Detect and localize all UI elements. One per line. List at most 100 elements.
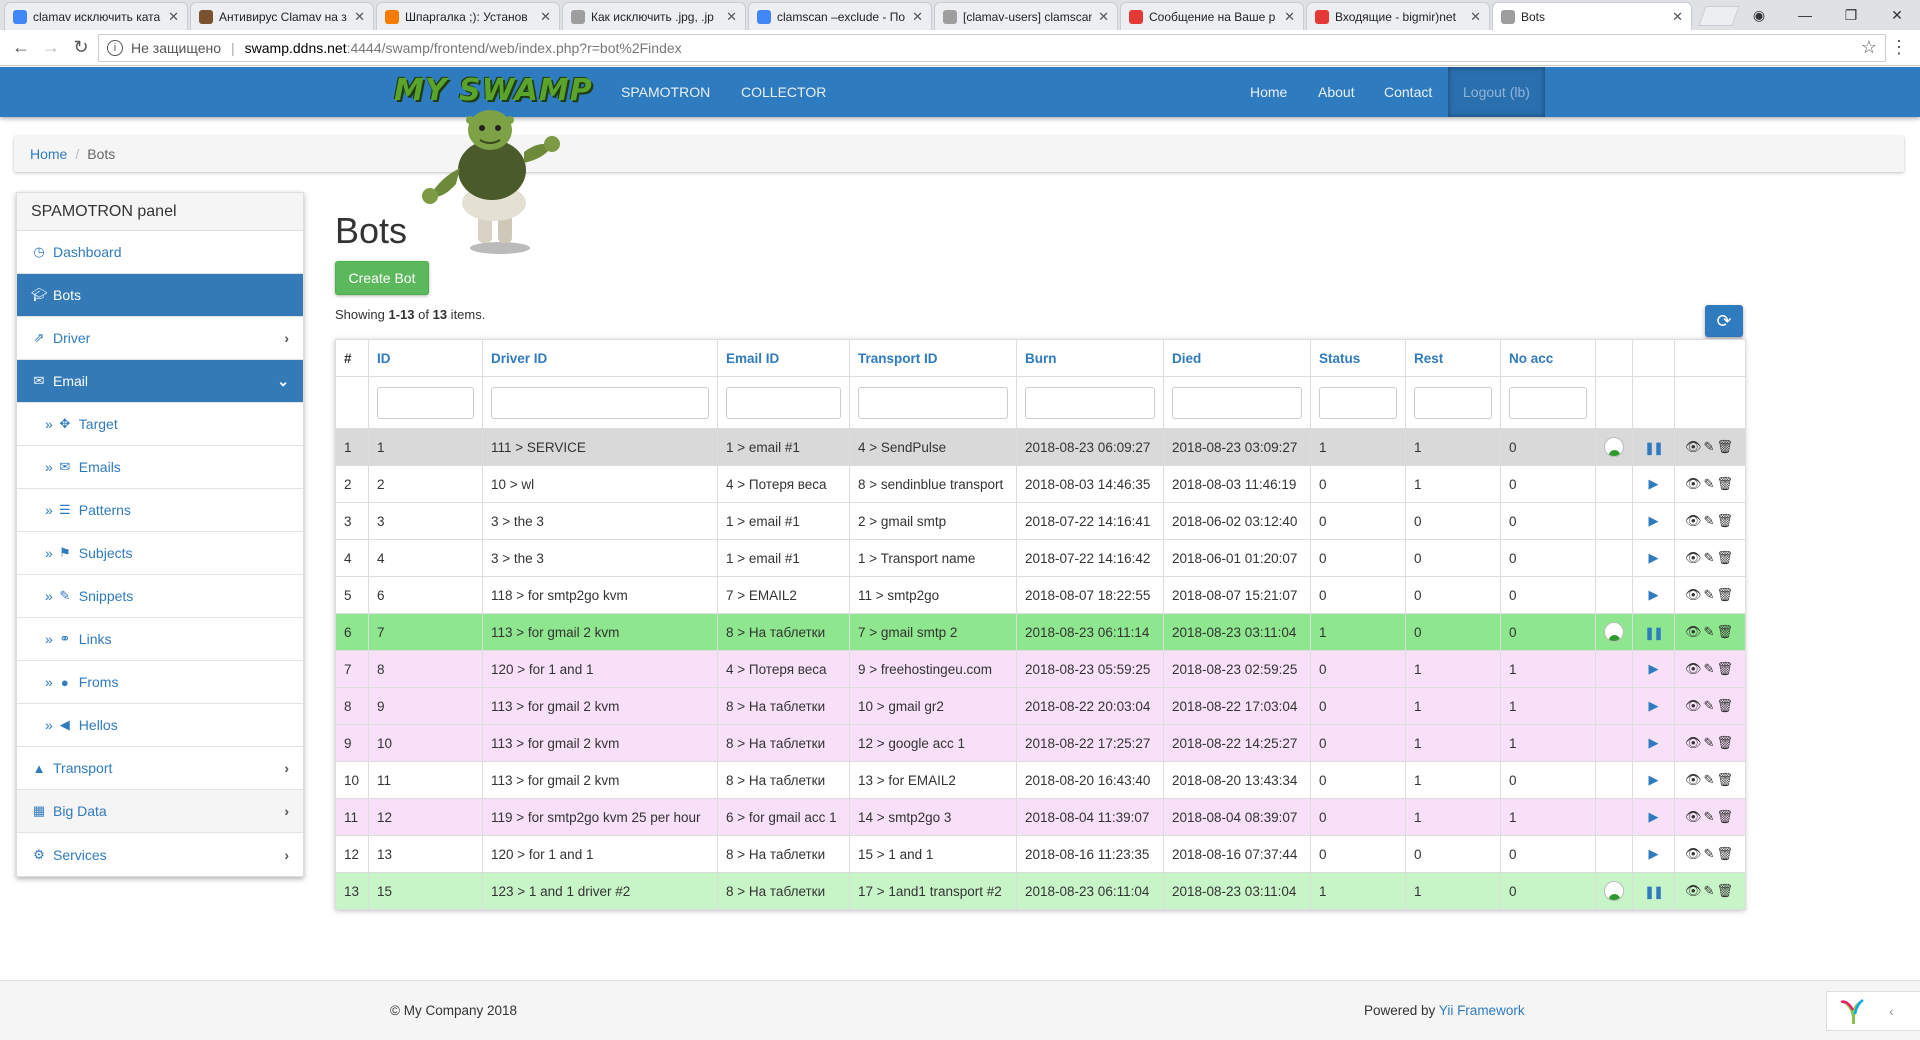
col-header-email[interactable]: Email ID (717, 339, 850, 377)
edit-pencil-icon[interactable]: ✎ (1704, 550, 1717, 565)
delete-trash-icon[interactable]: 🗑︎ (1716, 476, 1735, 491)
browser-tab[interactable]: Сообщение на Ваше р ✕ (1120, 2, 1304, 30)
sidebar-item-subjects[interactable]: » ⚑ Subjects (17, 532, 303, 575)
tab-close-icon[interactable]: ✕ (726, 9, 737, 25)
col-header-died[interactable]: Died (1163, 339, 1311, 377)
edit-pencil-icon[interactable]: ✎ (1704, 846, 1717, 861)
minimize-icon[interactable]: — (1782, 0, 1828, 30)
play-icon[interactable]: ▶ (1649, 809, 1659, 824)
play-icon[interactable]: ▶ (1649, 735, 1659, 750)
tab-close-icon[interactable]: ✕ (354, 9, 365, 25)
edit-pencil-icon[interactable]: ✎ (1704, 587, 1717, 602)
view-eye-icon[interactable]: 👁︎ (1685, 476, 1704, 491)
edit-pencil-icon[interactable]: ✎ (1704, 661, 1717, 676)
delete-trash-icon[interactable]: 🗑︎ (1716, 513, 1735, 528)
browser-tab[interactable]: Шпаргалка ;): Установ ✕ (376, 2, 560, 30)
view-eye-icon[interactable]: 👁︎ (1685, 735, 1704, 750)
delete-trash-icon[interactable]: 🗑︎ (1716, 883, 1735, 898)
play-icon[interactable]: ▶ (1649, 587, 1659, 602)
view-eye-icon[interactable]: 👁︎ (1685, 550, 1704, 565)
delete-trash-icon[interactable]: 🗑︎ (1716, 587, 1735, 602)
view-eye-icon[interactable]: 👁︎ (1685, 439, 1704, 454)
edit-pencil-icon[interactable]: ✎ (1704, 698, 1717, 713)
filter-email-input[interactable] (726, 386, 841, 419)
sidebar-item-snippets[interactable]: » ✎ Snippets (17, 575, 303, 618)
edit-pencil-icon[interactable]: ✎ (1704, 772, 1717, 787)
filter-burn-input[interactable] (1025, 386, 1155, 419)
edit-pencil-icon[interactable]: ✎ (1704, 624, 1717, 639)
view-eye-icon[interactable]: 👁︎ (1685, 772, 1704, 787)
edit-pencil-icon[interactable]: ✎ (1704, 476, 1717, 491)
info-icon[interactable]: i (107, 39, 123, 56)
play-icon[interactable]: ▶ (1649, 698, 1659, 713)
play-icon[interactable]: ▶ (1649, 772, 1659, 787)
view-eye-icon[interactable]: 👁︎ (1685, 883, 1704, 898)
play-icon[interactable]: ▶ (1649, 846, 1659, 861)
sidebar-item-services[interactable]: ⚙ Services › (17, 833, 303, 876)
nav-contact[interactable]: Contact (1384, 67, 1432, 117)
browser-tab[interactable]: Антивирус Clamav на з ✕ (190, 2, 374, 30)
view-eye-icon[interactable]: 👁︎ (1685, 846, 1704, 861)
breadcrumb-home[interactable]: Home (30, 146, 67, 162)
maximize-icon[interactable]: ❐ (1828, 0, 1874, 30)
browser-tab[interactable]: clamscan –exclude - По ✕ (748, 2, 932, 30)
back-icon[interactable]: ← (8, 35, 34, 61)
tab-close-icon[interactable]: ✕ (1470, 9, 1481, 25)
filter-transport-input[interactable] (858, 386, 1008, 419)
tab-close-icon[interactable]: ✕ (1284, 9, 1295, 25)
nav-collector[interactable]: COLLECTOR (741, 67, 826, 117)
view-eye-icon[interactable]: 👁︎ (1685, 809, 1704, 824)
delete-trash-icon[interactable]: 🗑︎ (1716, 439, 1735, 454)
create-bot-button[interactable]: Create Bot (335, 261, 429, 295)
sidebar-item-email[interactable]: ✉ Email ⌄ (17, 360, 303, 403)
forward-icon[interactable]: → (38, 35, 64, 61)
browser-tab[interactable]: clamav исключить ката ✕ (4, 2, 188, 30)
tab-close-icon[interactable]: ✕ (1672, 9, 1683, 25)
view-eye-icon[interactable]: 👁︎ (1685, 513, 1704, 528)
sidebar-item-bots[interactable]: 🎓︎ Bots (17, 274, 303, 317)
close-window-icon[interactable]: ✕ (1874, 0, 1920, 30)
view-eye-icon[interactable]: 👁︎ (1685, 587, 1704, 602)
nav-logout[interactable]: Logout (lb) (1448, 67, 1545, 117)
sidebar-item-froms[interactable]: » ● Froms (17, 661, 303, 704)
filter-id-input[interactable] (377, 386, 474, 419)
col-header-id[interactable]: ID (368, 339, 483, 377)
col-header-rest[interactable]: Rest (1405, 339, 1501, 377)
tab-close-icon[interactable]: ✕ (540, 9, 551, 25)
brand-logo[interactable]: MY SWAMP (394, 73, 593, 108)
edit-pencil-icon[interactable]: ✎ (1704, 735, 1717, 750)
delete-trash-icon[interactable]: 🗑︎ (1716, 550, 1735, 565)
tab-close-icon[interactable]: ✕ (1098, 9, 1109, 25)
filter-noacc-input[interactable] (1509, 386, 1587, 419)
sidebar-item-target[interactable]: » ✥ Target (17, 403, 303, 446)
col-header-noacc[interactable]: No acc (1500, 339, 1596, 377)
sidebar-item-dashboard[interactable]: ◷ Dashboard (17, 231, 303, 274)
play-icon[interactable]: ▶ (1649, 661, 1659, 676)
filter-rest-input[interactable] (1414, 386, 1492, 419)
col-header-transport[interactable]: Transport ID (849, 339, 1017, 377)
delete-trash-icon[interactable]: 🗑︎ (1716, 809, 1735, 824)
pause-icon[interactable]: ❚❚ (1644, 441, 1663, 455)
nav-about[interactable]: About (1318, 67, 1355, 117)
browser-tab[interactable]: [clamav-users] clamscan ✕ (934, 2, 1118, 30)
sidebar-item-emails[interactable]: » ✉ Emails (17, 446, 303, 489)
delete-trash-icon[interactable]: 🗑︎ (1716, 735, 1735, 750)
play-icon[interactable]: ▶ (1649, 476, 1659, 491)
delete-trash-icon[interactable]: 🗑︎ (1716, 624, 1735, 639)
col-header-burn[interactable]: Burn (1016, 339, 1164, 377)
reload-icon[interactable]: ↻ (68, 35, 94, 61)
filter-status-input[interactable] (1319, 386, 1397, 419)
edit-pencil-icon[interactable]: ✎ (1704, 439, 1717, 454)
sidebar-item-links[interactable]: » ⚭ Links (17, 618, 303, 661)
delete-trash-icon[interactable]: 🗑︎ (1716, 846, 1735, 861)
view-eye-icon[interactable]: 👁︎ (1685, 698, 1704, 713)
yii-link[interactable]: Yii Framework (1439, 1003, 1525, 1018)
edit-pencil-icon[interactable]: ✎ (1704, 513, 1717, 528)
browser-tab[interactable]: Входящие - bigmir)net ✕ (1306, 2, 1490, 30)
tab-close-icon[interactable]: ✕ (912, 9, 923, 25)
col-header-status[interactable]: Status (1310, 339, 1406, 377)
filter-driver-input[interactable] (491, 386, 709, 419)
browser-tab[interactable]: Bots ✕ (1492, 2, 1692, 30)
delete-trash-icon[interactable]: 🗑︎ (1716, 661, 1735, 676)
pause-icon[interactable]: ❚❚ (1644, 626, 1663, 640)
